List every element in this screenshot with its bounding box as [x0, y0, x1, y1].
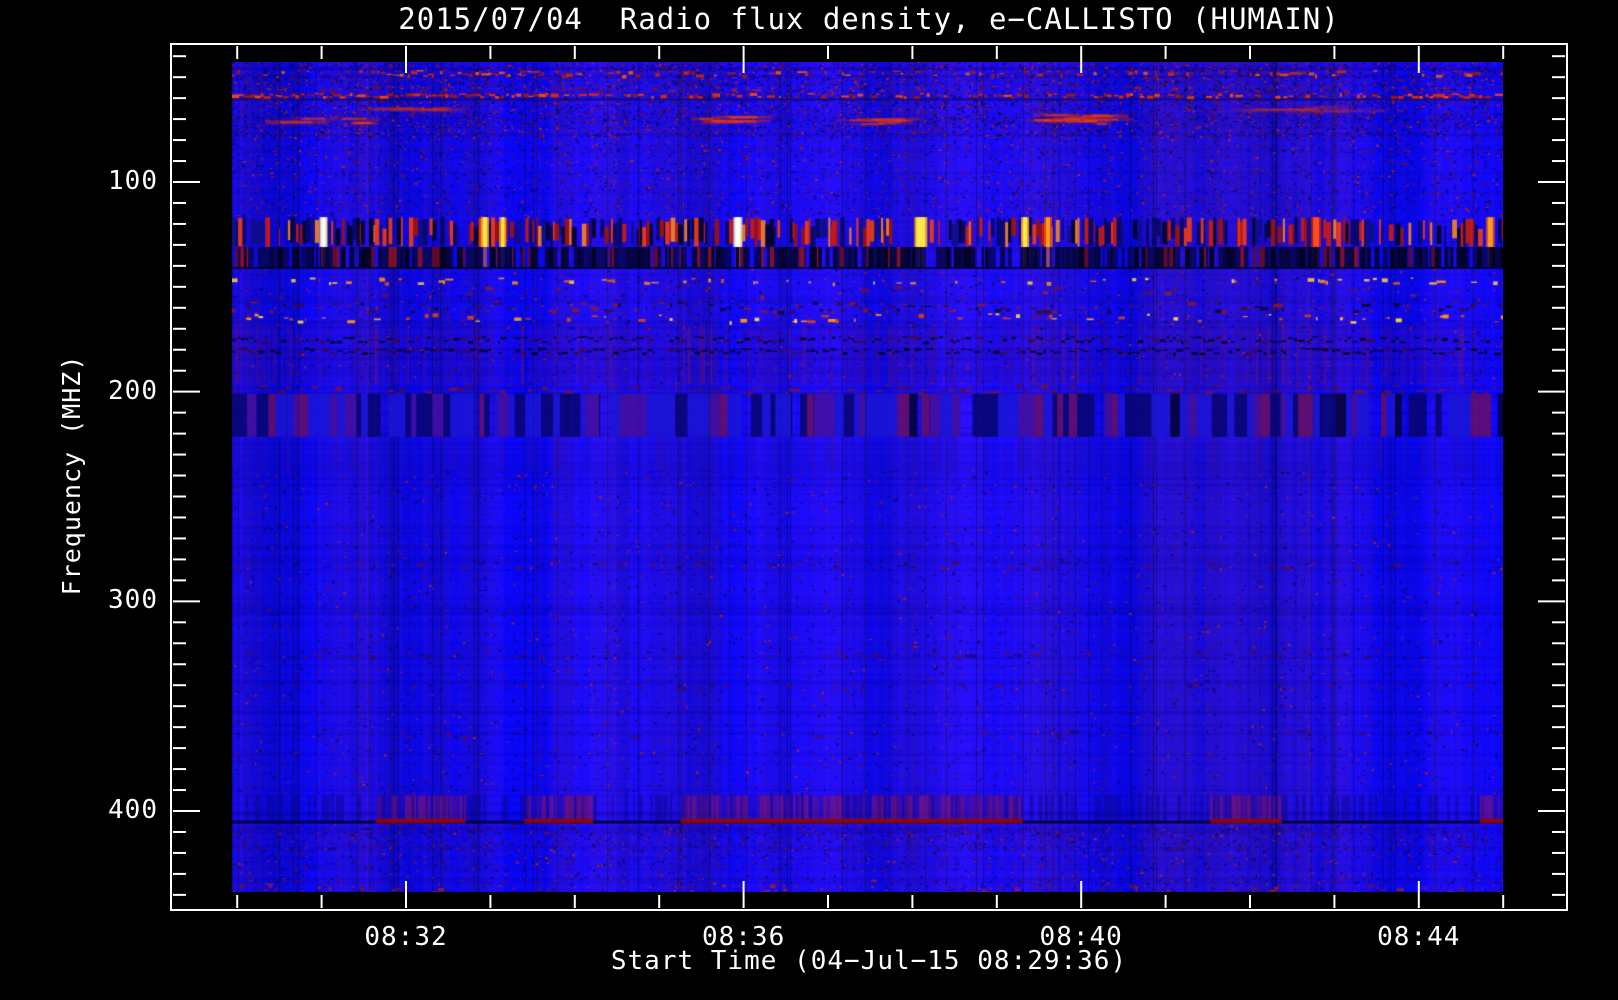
- y-tick-label: 200: [108, 375, 158, 406]
- x-tick-label: 08:40: [1039, 922, 1123, 952]
- x-tick-label: 08:44: [1377, 922, 1461, 952]
- x-tick-label: 08:36: [701, 922, 786, 952]
- y-tick-label: 400: [108, 795, 158, 825]
- y-tick-label: 300: [108, 585, 158, 616]
- axis-ticks-frame: [170, 43, 1568, 911]
- y-tick-label: 100: [108, 166, 158, 196]
- x-tick-label: 08:32: [364, 922, 448, 952]
- spectrogram-page: 2015/07/04 Radio flux density, e−CALLIST…: [0, 0, 1618, 1000]
